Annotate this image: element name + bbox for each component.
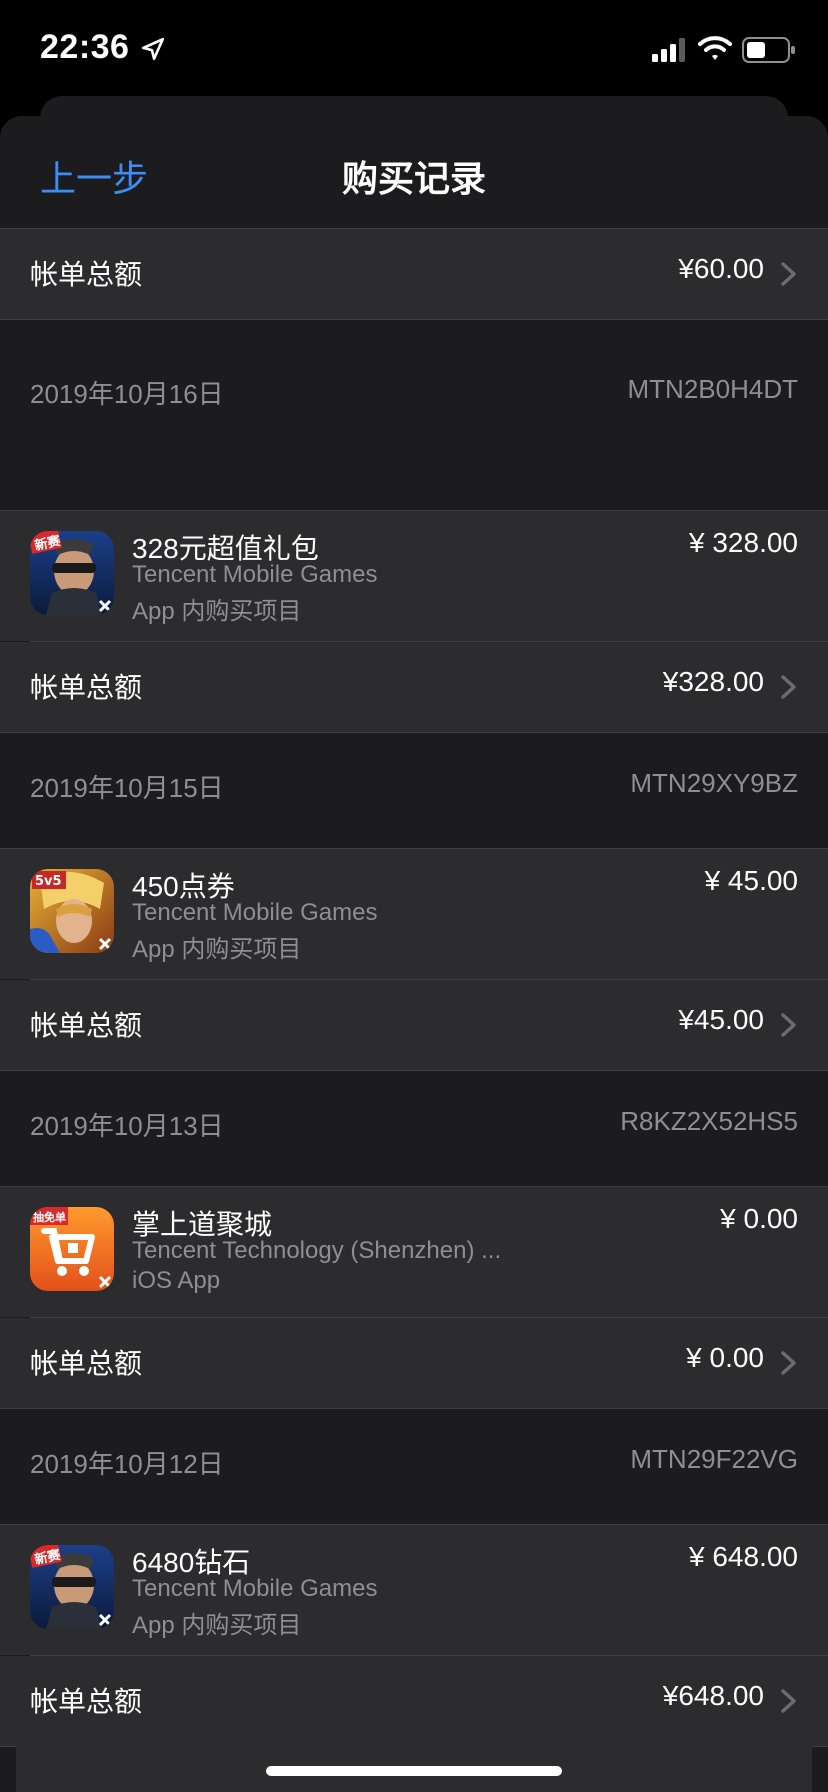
signal-icon [652, 38, 685, 62]
item-price: ¥ 648.00 [689, 1541, 798, 1572]
chevron-right-icon [781, 1351, 796, 1375]
purchase-date: 2019年10月15日 [30, 773, 224, 803]
svg-text:抽免单: 抽免单 [33, 1210, 66, 1224]
chevron-right-icon [781, 262, 796, 286]
bill-total-amount: ¥328.00 [662, 666, 764, 697]
game-icon-soldier: 新赛 [30, 531, 114, 615]
order-id: MTN29F22VG [630, 1444, 798, 1474]
item-kind: App 内购买项目 [132, 936, 302, 963]
item-developer: Tencent Mobile Games [132, 899, 378, 926]
item-kind: App 内购买项目 [132, 1612, 302, 1639]
item-developer: Tencent Mobile Games [132, 1575, 378, 1602]
bill-total-row[interactable]: 帐单总额 ¥ 0.00 [0, 1318, 828, 1408]
purchase-item-row[interactable]: 5v5 450点券 Tencent Mobile Games App 内购买项目… [0, 849, 828, 979]
game-icon-soldier: 新赛 [30, 1545, 114, 1629]
bill-total-amount: ¥648.00 [662, 1680, 764, 1711]
row-separator [0, 732, 828, 733]
home-indicator[interactable] [266, 1766, 562, 1776]
status-bar: 22:36 [0, 0, 828, 100]
item-kind: App 内购买项目 [132, 598, 302, 625]
purchase-date: 2019年10月12日 [30, 1449, 224, 1479]
bill-total-amount: ¥45.00 [678, 1004, 764, 1035]
app-icon-cart: 抽免单 [30, 1207, 114, 1291]
bill-total-amount: ¥ 0.00 [686, 1342, 764, 1373]
chevron-right-icon [781, 1689, 796, 1713]
navigation-bar: 上一步 购买记录 [0, 116, 828, 228]
bill-total-label: 帐单总额 [30, 672, 143, 703]
bill-total-amount: ¥60.00 [678, 253, 764, 284]
bill-total-row[interactable]: 帐单总额 ¥328.00 [0, 642, 828, 732]
row-separator [0, 1408, 828, 1409]
row-separator [0, 319, 828, 320]
bill-total-label: 帐单总额 [30, 1348, 143, 1379]
purchase-date: 2019年10月13日 [30, 1111, 224, 1141]
chevron-right-icon [781, 675, 796, 699]
svg-text:5v5: 5v5 [35, 874, 62, 889]
purchase-item-row[interactable]: 抽免单 掌上道聚城 Tencent Technology (Shenzhen) … [0, 1187, 828, 1317]
wifi-icon [698, 36, 732, 60]
page-title: 购买记录 [341, 158, 486, 199]
item-developer: Tencent Technology (Shenzhen) ... [132, 1237, 502, 1264]
bill-total-row[interactable]: 帐单总额 ¥60.00 [0, 229, 828, 319]
location-arrow-icon [141, 37, 165, 61]
item-kind: iOS App [132, 1267, 221, 1294]
order-id: MTN2B0H4DT [627, 374, 798, 404]
row-separator [0, 1070, 828, 1071]
purchase-item-row[interactable]: 新赛 6480钻石 Tencent Mobile Games App 内购买项目… [0, 1525, 828, 1655]
bill-total-label: 帐单总额 [30, 1010, 143, 1041]
item-price: ¥ 45.00 [704, 865, 798, 896]
purchase-history-sheet: 上一步 购买记录 帐单总额 ¥60.00 2019年10月16日 MTN2B0H… [0, 116, 828, 1792]
purchase-date: 2019年10月16日 [30, 379, 224, 409]
bill-total-label: 帐单总额 [30, 259, 143, 290]
bill-total-row[interactable]: 帐单总额 ¥45.00 [0, 980, 828, 1070]
item-price: ¥ 0.00 [720, 1203, 798, 1234]
order-id: MTN29XY9BZ [630, 768, 798, 798]
game-icon-5v5-hero: 5v5 [30, 869, 114, 953]
battery-icon [742, 37, 795, 63]
purchase-item-row[interactable]: 新赛 328元超值礼包 Tencent Mobile Games App 内购买… [0, 511, 828, 641]
order-id: R8KZ2X52HS5 [620, 1106, 798, 1136]
next-card-peek [16, 1724, 812, 1792]
status-time: 22:36 [40, 28, 130, 66]
item-price: ¥ 328.00 [689, 527, 798, 558]
bill-total-label: 帐单总额 [30, 1686, 143, 1717]
chevron-right-icon [781, 1013, 796, 1037]
item-developer: Tencent Mobile Games [132, 561, 378, 588]
